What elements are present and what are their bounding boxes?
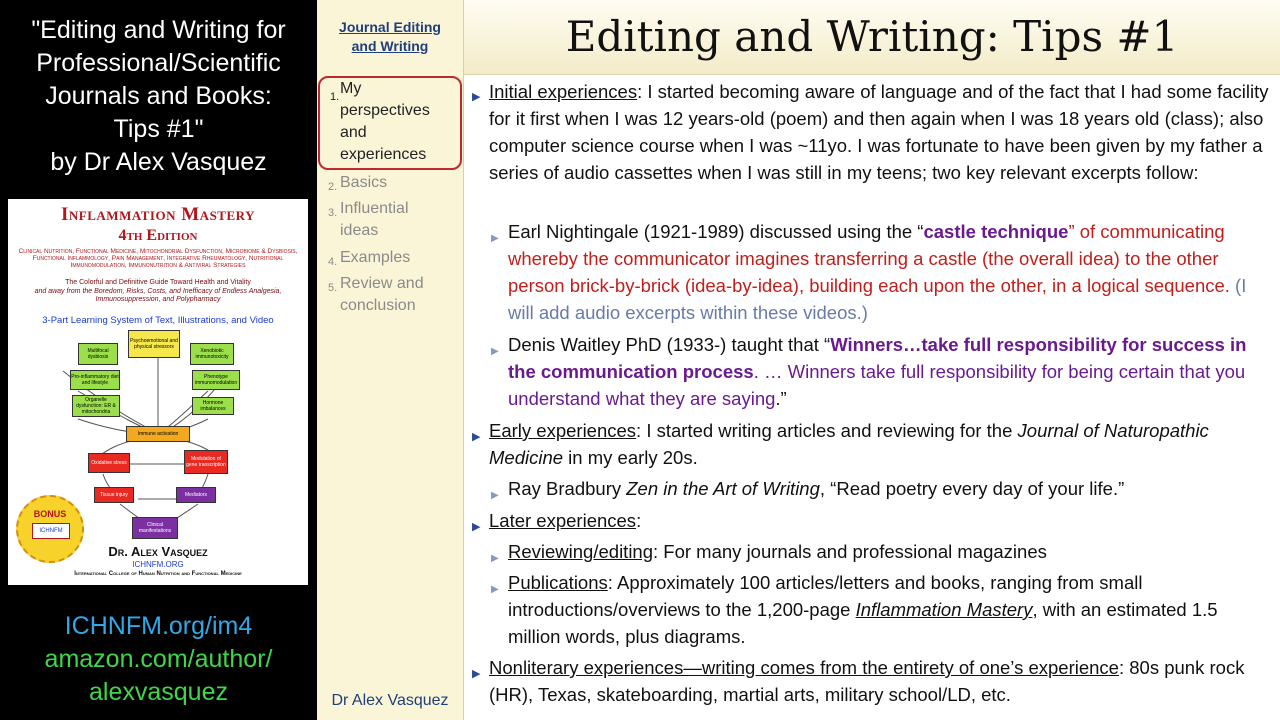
sub-bullet-arrow-icon: ▶ <box>491 346 499 357</box>
left-panel: "Editing and Writing for Professional/Sc… <box>0 0 317 720</box>
bullet-label: Early experiences <box>489 420 637 441</box>
diagram-node-oxidative: Oxidative stress <box>88 453 130 473</box>
sub-bullet-arrow-icon: ▶ <box>491 490 499 501</box>
nav-item-label: Basics <box>340 174 388 191</box>
diagram-node-tissue: Tissue injury <box>94 487 134 503</box>
diagram-node-hormone: Hormone imbalances <box>192 397 234 415</box>
diagram-node-phenotype: Phenotype immunomodulation <box>192 370 240 390</box>
nav-title[interactable]: Journal Editing and Writing <box>317 18 463 56</box>
cover-tagline-2: and away from the Boredom, Risks, Costs,… <box>34 288 282 303</box>
cover-title: Inflammation Mastery <box>61 204 255 225</box>
sub-bullet-arrow-icon: ▶ <box>491 584 499 595</box>
bullet-label: Nonliterary experiences—writing comes fr… <box>489 657 1119 678</box>
nav-item-number: 1. <box>330 91 340 103</box>
bullet-text: Denis Waitley PhD (1933-) taught that “ <box>508 334 831 355</box>
seal-logo: ICHNFM <box>32 523 70 539</box>
sub-bullet-arrow-icon: ▶ <box>491 553 499 564</box>
nav-item-perspectives[interactable]: 1. My perspectives and experiences <box>318 76 462 170</box>
cover-author: Dr. Alex Vasquez <box>108 544 208 559</box>
page-title: Editing and Writing: Tips #1 <box>565 12 1179 61</box>
bullet-label: Publications <box>508 572 608 593</box>
diagram-node-organelle: Organelle dysfunction: ER & mitochondria <box>72 395 120 417</box>
book-name: Inflammation Mastery <box>855 599 1033 620</box>
bullet-label: Initial experiences <box>489 81 638 102</box>
bullet-publications: Publications: Approximately 100 articles… <box>508 569 1270 650</box>
slide-main: Editing and Writing: Tips #1 ▶ Initial e… <box>464 0 1280 720</box>
bullet-arrow-icon: ▶ <box>472 431 481 443</box>
video-title-line: "Editing and Writing for <box>31 16 286 44</box>
diagram-node-mediators: Mediators <box>176 487 216 503</box>
diagram-node-modulation: Modulation of gene transcription <box>184 450 228 474</box>
diagram-node-xeno: Xenobiotic immunotoxicity <box>190 343 234 365</box>
bullet-arrow-icon: ▶ <box>472 91 481 103</box>
sub-bullet-arrow-icon: ▶ <box>491 233 499 244</box>
bullet-text-close: .” <box>775 388 787 409</box>
nav-item-label: Influential ideas <box>340 200 409 239</box>
diagram-node-psycho: Psychoemotional and physical stressors <box>128 330 180 358</box>
bullet-text: Ray Bradbury <box>508 478 627 499</box>
cover-site: ICHNFM.ORG <box>132 560 184 569</box>
bullet-nonliterary: Nonliterary experiences—writing comes fr… <box>489 654 1275 708</box>
bullet-text: in my early 20s. <box>563 447 698 468</box>
diagram-node-proinflam: Pro-inflammatory diet and lifestyle <box>70 370 120 390</box>
nav-item-number: 5. <box>328 282 338 294</box>
nav-footer-author: Dr Alex Vasquez <box>331 692 449 709</box>
slide-nav: Journal Editing and Writing 1. My perspe… <box>317 0 464 720</box>
nav-item-label: Review and conclusion <box>340 275 424 314</box>
video-title-line: Tips #1" <box>113 115 204 143</box>
promo-links: ICHNFM.org/im4 amazon.com/author/ alexva… <box>0 610 317 709</box>
bullet-arrow-icon: ▶ <box>472 668 481 680</box>
bullet-text: : For many journals and professional mag… <box>653 541 1047 562</box>
diagram-node-immune: Immune activation <box>126 426 190 442</box>
bullet-bradbury: Ray Bradbury Zen in the Art of Writing, … <box>508 475 1270 502</box>
diagram-node-clinical: Clinical manifestations <box>132 517 178 539</box>
nav-item-label: Examples <box>340 249 411 266</box>
bullet-initial: Initial experiences: I started becoming … <box>489 78 1275 186</box>
cover-edition: 4th Edition <box>118 227 198 244</box>
link-amazon[interactable]: amazon.com/author/ <box>0 643 317 676</box>
nav-title-text: Journal Editing and Writing <box>339 19 441 54</box>
slide-header: Editing and Writing: Tips #1 <box>464 0 1280 75</box>
nav-item-number: 3. <box>328 207 338 219</box>
link-amazon-cont[interactable]: alexvasquez <box>0 676 317 709</box>
bullet-label: Later experiences <box>489 510 637 531</box>
bullet-nightingale: Earl Nightingale (1921-1989) discussed u… <box>508 218 1270 326</box>
link-ichnfm[interactable]: ICHNFM.org/im4 <box>0 610 317 643</box>
nav-item-number: 2. <box>328 181 338 193</box>
nav-item-label: My perspectives and experiences <box>340 80 430 163</box>
bullet-reviewing: Reviewing/editing: For many journals and… <box>508 538 1270 565</box>
bullet-early: Early experiences: I started writing art… <box>489 417 1275 471</box>
video-title: "Editing and Writing for Professional/Sc… <box>0 14 317 179</box>
bullet-text: Earl Nightingale (1921-1989) discussed u… <box>508 221 924 242</box>
bullet-text: : <box>636 510 642 531</box>
book-cover: Inflammation Mastery 4th Edition Clinica… <box>8 199 308 585</box>
bullet-quote: , “Read poetry every day of your life.” <box>819 478 1125 499</box>
video-title-line: Professional/Scientific <box>36 49 281 77</box>
bullet-later: Later experiences: <box>489 507 1275 534</box>
cover-topics: Clinical Nutrition, Functional Medicine,… <box>18 248 298 269</box>
bullet-arrow-icon: ▶ <box>472 521 481 533</box>
video-title-line: Journals and Books: <box>45 82 272 110</box>
cover-college: International College of Human Nutrition… <box>74 571 242 577</box>
bonus-label: BONUS <box>33 509 67 519</box>
bullet-text: : I started writing articles and reviewi… <box>636 420 1018 441</box>
nav-item-number: 4. <box>328 256 338 268</box>
cover-learning-system: 3-Part Learning System of Text, Illustra… <box>42 315 274 326</box>
video-title-line: by Dr Alex Vasquez <box>50 148 267 176</box>
cover-tagline: The Colorful and Definitive Guide Toward… <box>65 279 251 286</box>
bullet-label: Reviewing/editing <box>508 541 654 562</box>
bullet-waitley: Denis Waitley PhD (1933-) taught that “W… <box>508 331 1270 412</box>
book-name: Zen in the Art of Writing <box>626 478 820 499</box>
bullet-emphasis: castle technique <box>923 221 1069 242</box>
diagram-node-multifocal: Multifocal dysbiosis <box>78 343 118 365</box>
